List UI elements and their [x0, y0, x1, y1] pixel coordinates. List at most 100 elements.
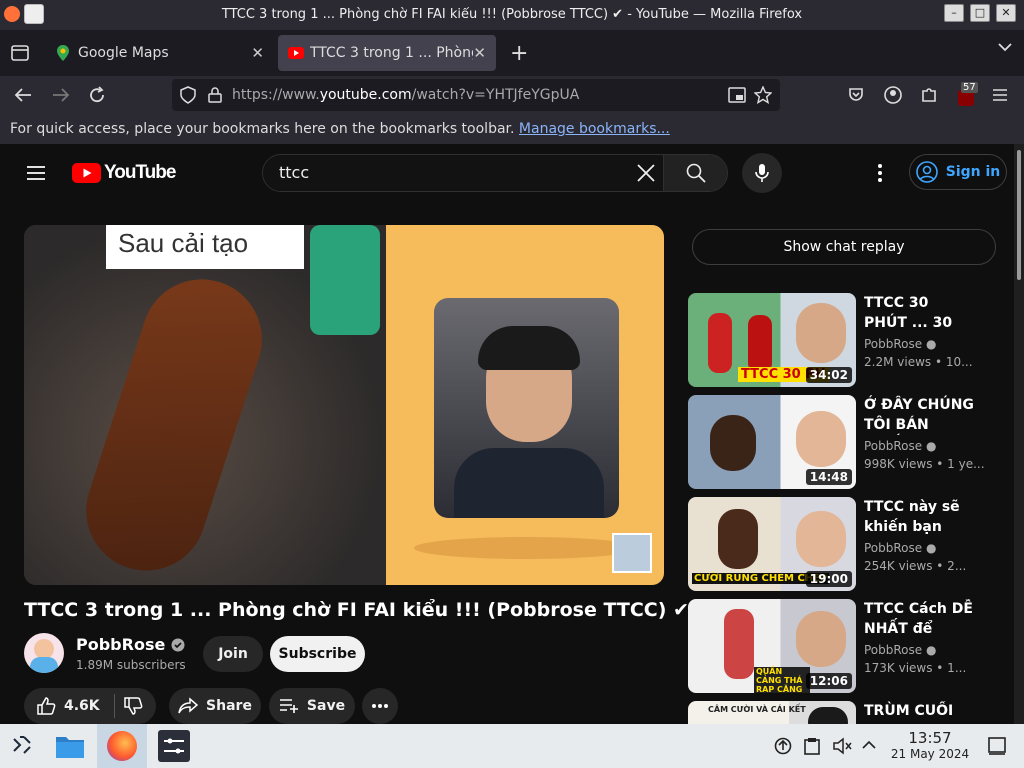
verified-check-icon	[171, 638, 185, 651]
file-manager-icon[interactable]	[52, 728, 88, 764]
tray-expand-icon[interactable]	[862, 740, 876, 750]
show-chat-replay-button[interactable]: Show chat replay	[692, 229, 996, 265]
recommendation-thumbnail[interactable]: TTCC 30 PH 34:02	[688, 293, 856, 387]
back-arrow-icon[interactable]	[14, 87, 32, 103]
sign-in-button[interactable]: Sign in	[909, 154, 1007, 190]
search-input[interactable]: ttcc	[263, 155, 663, 191]
forward-arrow-icon[interactable]	[52, 87, 70, 103]
search-icon	[686, 163, 706, 183]
manage-bookmarks-link[interactable]: Manage bookmarks...	[519, 121, 670, 137]
scrollbar-thumb[interactable]	[1017, 150, 1021, 280]
firefox-view-button[interactable]	[0, 35, 40, 71]
updates-icon[interactable]	[774, 737, 792, 755]
more-actions-button[interactable]	[362, 688, 398, 724]
recommendation-thumbnail[interactable]: CÂM CƯỜI VÀ CÁI KẾT	[688, 701, 856, 724]
channel-name-row[interactable]: PobbRose	[76, 635, 185, 654]
app-launcher-icon[interactable]	[10, 733, 36, 759]
navigation-bar: https://www.youtube.com/watch?v=YHTJfeYG…	[0, 76, 1024, 116]
pocket-icon[interactable]	[848, 87, 864, 103]
chevron-down-icon[interactable]	[998, 42, 1012, 52]
recommendation-channel[interactable]: PobbRose	[864, 541, 922, 555]
url-text: https://www.youtube.com/watch?v=YHTJfeYG…	[232, 87, 579, 103]
user-circle-icon	[915, 161, 938, 183]
recommendation-channel[interactable]: PobbRose	[864, 439, 922, 453]
youtube-logo-icon	[72, 163, 101, 183]
close-tab-icon[interactable]: ✕	[251, 44, 264, 62]
star-icon[interactable]	[754, 86, 772, 104]
recommendation-title[interactable]: TTCC này sẽ khiến bạn cười...	[864, 497, 976, 537]
more-options-icon[interactable]	[878, 164, 882, 182]
verified-check-icon: ●	[926, 541, 937, 555]
recommendation-title[interactable]: TRÙM CUỐI	[864, 701, 976, 721]
lock-icon[interactable]	[208, 87, 222, 103]
voice-search-button[interactable]	[742, 153, 782, 193]
recommendation-channel[interactable]: PobbRose	[864, 337, 922, 351]
ublock-icon[interactable]: 57	[955, 82, 978, 108]
join-button[interactable]: Join	[203, 636, 263, 672]
clipboard-icon[interactable]	[804, 737, 820, 755]
more-horizontal-icon	[372, 704, 388, 708]
firefox-taskbar-button[interactable]	[97, 724, 147, 768]
minimize-button[interactable]: –	[944, 4, 964, 22]
search-value: ttcc	[279, 163, 310, 182]
subscribe-button[interactable]: Subscribe	[270, 636, 365, 672]
video-player[interactable]: Sau cải tạo	[24, 225, 664, 585]
new-tab-button[interactable]: +	[510, 41, 528, 66]
recommendation-item[interactable]: CƯỜI RUNG CHEM CHÉP 19:00 TTCC này sẽ kh…	[688, 497, 988, 593]
microphone-icon	[755, 164, 769, 182]
tab-google-maps[interactable]: Google Maps ✕	[46, 35, 274, 71]
show-desktop-icon[interactable]	[988, 737, 1006, 755]
search-box[interactable]: ttcc	[262, 154, 728, 192]
recommendation-thumbnail[interactable]: 14:48	[688, 395, 856, 489]
hamburger-menu-icon[interactable]	[992, 88, 1008, 102]
recommendation-item[interactable]: CÂM CƯỜI VÀ CÁI KẾT TRÙM CUỐI	[688, 701, 988, 724]
window-title: TTCC 3 trong 1 ... Phòng chờ FI FAI kiểu…	[221, 7, 803, 22]
close-tab-icon[interactable]: ✕	[473, 44, 486, 62]
url-bar[interactable]: https://www.youtube.com/watch?v=YHTJfeYG…	[172, 79, 780, 111]
share-button[interactable]: Share	[169, 688, 261, 724]
recommendation-title[interactable]: TTCC Cách DỄ NHẤT để trở...	[864, 599, 976, 639]
recommendation-channel-row: PobbRose ●	[864, 439, 936, 453]
extensions-icon[interactable]	[920, 86, 938, 104]
channel-name[interactable]: PobbRose	[76, 635, 165, 654]
volume-muted-icon[interactable]	[832, 737, 852, 755]
youtube-logo[interactable]: YouTube	[72, 162, 176, 184]
streamer-hair	[478, 326, 580, 370]
recommendation-thumbnail[interactable]: CƯỜI RUNG CHEM CHÉP 19:00	[688, 497, 856, 591]
youtube-wordmark: YouTube	[104, 162, 176, 183]
clock[interactable]: 13:57 21 May 2024	[888, 730, 972, 762]
close-window-button[interactable]: ✕	[996, 4, 1016, 22]
picture-in-picture-icon[interactable]	[728, 87, 746, 103]
guide-menu-icon[interactable]	[26, 165, 46, 181]
recommendation-item[interactable]: QUẦN CẢNG THÁ RAP CĂNG HA 12:06 TTCC Các…	[688, 599, 988, 695]
bookmarks-toolbar: For quick access, place your bookmarks h…	[0, 116, 1024, 144]
maximize-button[interactable]: □	[970, 4, 990, 22]
settings-app-icon[interactable]	[158, 730, 190, 762]
like-count[interactable]: 4.6K	[64, 698, 100, 714]
recommendation-meta: 2.2M views • 10...	[864, 355, 973, 369]
channel-avatar[interactable]	[24, 633, 64, 673]
recommendation-channel[interactable]: PobbRose	[864, 643, 922, 657]
reload-icon[interactable]	[88, 86, 106, 104]
recommendation-thumbnail[interactable]: QUẦN CẢNG THÁ RAP CĂNG HA 12:06	[688, 599, 856, 693]
verified-check-icon: ●	[926, 439, 937, 453]
page-scrollbar[interactable]	[1014, 144, 1024, 724]
firefox-icon	[107, 731, 137, 761]
like-icon[interactable]	[36, 696, 56, 716]
search-button[interactable]	[663, 155, 727, 191]
streamer-shirt	[454, 448, 604, 518]
video-duration: 12:06	[805, 673, 852, 689]
recommendation-channel-row: PobbRose ●	[864, 337, 936, 351]
shield-icon[interactable]	[180, 86, 196, 104]
dislike-icon[interactable]	[123, 696, 143, 716]
shadow-ellipse	[414, 537, 638, 559]
recommendation-title[interactable]: TTCC 30 PHÚT ... 30 phút KHÔNG...	[864, 293, 976, 333]
recommendation-item[interactable]: 14:48 Ở ĐÂY CHÚNG TÔI BÁN MUỐI... PobbRo…	[688, 395, 988, 491]
recommendation-item[interactable]: TTCC 30 PH 34:02 TTCC 30 PHÚT ... 30 phú…	[688, 293, 988, 389]
clear-search-icon[interactable]	[637, 164, 655, 182]
save-button[interactable]: Save	[269, 688, 355, 724]
url-path: /watch?v=YHTJfeYGpUA	[411, 87, 580, 103]
account-icon[interactable]	[884, 86, 902, 104]
tab-youtube[interactable]: TTCC 3 trong 1 ... Phòng ✕	[278, 35, 496, 71]
recommendation-title[interactable]: Ở ĐÂY CHÚNG TÔI BÁN MUỐI...	[864, 395, 976, 435]
